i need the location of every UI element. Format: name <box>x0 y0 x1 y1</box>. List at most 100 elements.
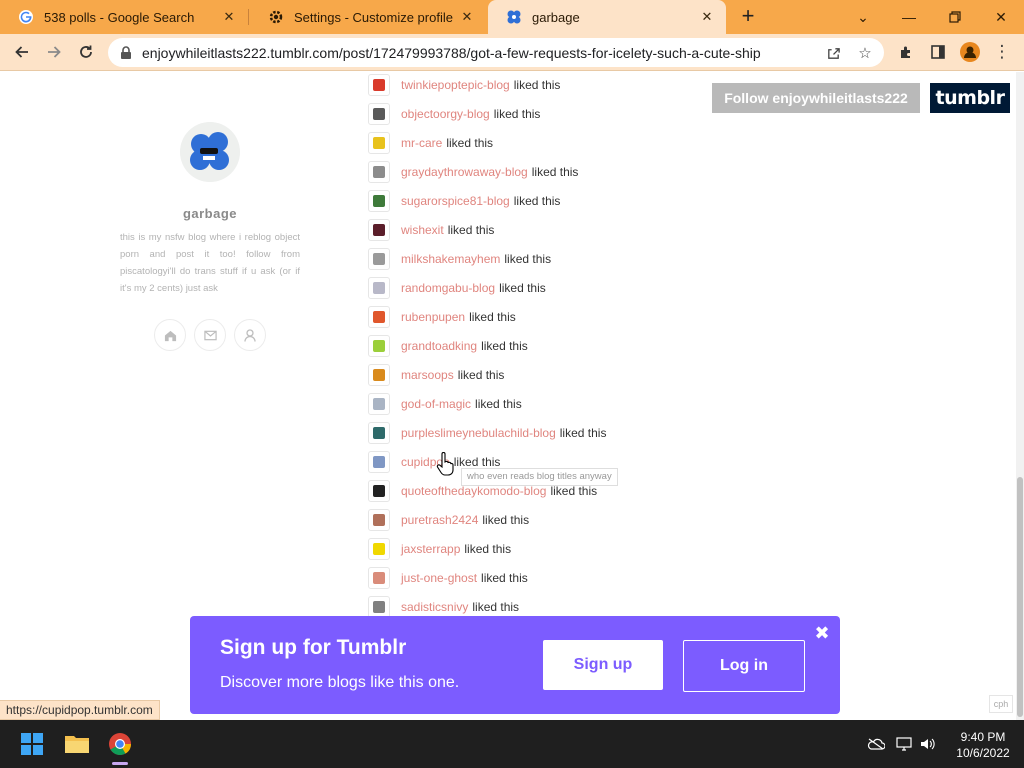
note-action: liked this <box>446 136 494 150</box>
note-avatar[interactable] <box>368 161 390 183</box>
minimize-button[interactable]: — <box>886 0 932 34</box>
network-icon[interactable] <box>894 734 914 754</box>
note-avatar[interactable] <box>368 393 390 415</box>
onedrive-offline-icon[interactable] <box>866 734 886 754</box>
note-username-link[interactable]: jaxsterrapp <box>401 542 460 556</box>
avatar-swatch <box>373 485 385 497</box>
bookmark-star-icon[interactable]: ☆ <box>854 42 876 64</box>
note-username-link[interactable]: randomgabu-blog <box>401 281 495 295</box>
follow-button[interactable]: Follow enjoywhileitlasts222 <box>712 83 920 113</box>
note-username-link[interactable]: quoteofthedaykomodo-blog <box>401 484 546 498</box>
note-username-link[interactable]: objectoorgy-blog <box>401 107 490 121</box>
restore-button[interactable] <box>932 0 978 34</box>
note-avatar[interactable] <box>368 422 390 444</box>
hover-tooltip: who even reads blog titles anyway <box>461 468 618 486</box>
note-avatar[interactable] <box>368 509 390 531</box>
note-username-link[interactable]: twinkiepoptepic-blog <box>401 78 510 92</box>
note-avatar[interactable] <box>368 538 390 560</box>
close-icon[interactable]: ✕ <box>220 8 238 26</box>
blog-avatar[interactable] <box>180 122 240 182</box>
note-username-link[interactable]: mr-care <box>401 136 442 150</box>
note-avatar[interactable] <box>368 277 390 299</box>
close-icon[interactable]: ✕ <box>458 8 476 26</box>
clock-date: 10/6/2022 <box>956 746 1010 760</box>
tab-title: 538 polls - Google Search <box>44 9 195 25</box>
note-row: god-of-magic liked this <box>368 393 522 415</box>
note-avatar[interactable] <box>368 219 390 241</box>
note-avatar[interactable] <box>368 480 390 502</box>
note-username-link[interactable]: god-of-magic <box>401 397 471 411</box>
avatar-swatch <box>373 79 385 91</box>
profile-avatar-icon[interactable] <box>956 38 984 66</box>
note-avatar[interactable] <box>368 190 390 212</box>
file-explorer-icon[interactable] <box>61 728 93 760</box>
note-row: milkshakemayhem liked this <box>368 248 551 270</box>
address-bar[interactable]: enjoywhileitlasts222.tumblr.com/post/172… <box>108 38 884 67</box>
note-avatar[interactable] <box>368 74 390 96</box>
mail-icon[interactable] <box>194 319 226 351</box>
tab-garbage[interactable]: garbage ✕ <box>488 0 726 34</box>
extensions-icon[interactable] <box>892 38 920 66</box>
new-tab-button[interactable]: + <box>736 5 760 29</box>
side-panel-icon[interactable] <box>924 38 952 66</box>
user-icon[interactable] <box>234 319 266 351</box>
volume-icon[interactable] <box>918 734 938 754</box>
signup-button[interactable]: Sign up <box>543 640 663 690</box>
home-icon[interactable] <box>154 319 186 351</box>
note-action: liked this <box>447 223 495 237</box>
note-username-link[interactable]: milkshakemayhem <box>401 252 500 266</box>
chrome-icon[interactable] <box>104 728 136 760</box>
note-avatar[interactable] <box>368 364 390 386</box>
note-avatar[interactable] <box>368 132 390 154</box>
note-username-link[interactable]: marsoops <box>401 368 454 382</box>
corner-badge[interactable]: cph <box>989 695 1013 713</box>
avatar-swatch <box>373 108 385 120</box>
note-username-link[interactable]: wishexit <box>401 223 444 237</box>
system-clock[interactable]: 9:40 PM 10/6/2022 <box>948 729 1018 761</box>
tab-strip: 538 polls - Google Search ✕ Settings - C… <box>0 0 1024 34</box>
note-username-link[interactable]: rubenpupen <box>401 310 465 324</box>
blog-title[interactable]: garbage <box>120 206 300 221</box>
url-text[interactable]: enjoywhileitlasts222.tumblr.com/post/172… <box>142 45 812 61</box>
avatar-swatch <box>373 543 385 555</box>
note-action: liked this <box>464 542 512 556</box>
note-avatar[interactable] <box>368 248 390 270</box>
tab-search-icon[interactable]: ⌄ <box>840 0 886 34</box>
note-avatar[interactable] <box>368 306 390 328</box>
note-avatar[interactable] <box>368 103 390 125</box>
note-username-link[interactable]: just-one-ghost <box>401 571 477 585</box>
note-username-link[interactable]: graydaythrowaway-blog <box>401 165 528 179</box>
taskbar: 9:40 PM 10/6/2022 <box>0 720 1024 768</box>
tab-settings[interactable]: Settings - Customize profile ✕ <box>250 0 486 34</box>
reload-button[interactable] <box>72 38 100 66</box>
active-app-indicator <box>112 762 128 765</box>
scrollbar-thumb[interactable] <box>1017 477 1023 717</box>
tumblr-logo-button[interactable]: tumblr <box>930 83 1010 113</box>
hand-cursor-icon <box>436 452 454 476</box>
forward-button[interactable] <box>40 38 68 66</box>
close-window-button[interactable]: ✕ <box>978 0 1024 34</box>
back-button[interactable] <box>8 38 36 66</box>
windows-start-icon[interactable] <box>16 728 48 760</box>
login-button[interactable]: Log in <box>683 640 805 692</box>
avatar-swatch <box>373 398 385 410</box>
tab-google-search[interactable]: 538 polls - Google Search ✕ <box>0 0 248 34</box>
lock-icon[interactable] <box>120 45 134 60</box>
note-avatar[interactable] <box>368 596 390 618</box>
note-row: sadisticsnivy liked this <box>368 596 519 618</box>
note-avatar[interactable] <box>368 451 390 473</box>
share-icon[interactable] <box>822 42 844 64</box>
close-icon[interactable]: ✕ <box>698 8 716 26</box>
note-username-link[interactable]: grandtoadking <box>401 339 477 353</box>
menu-kebab-icon[interactable]: ⋮ <box>988 38 1016 66</box>
note-avatar[interactable] <box>368 335 390 357</box>
note-action: liked this <box>493 107 541 121</box>
note-username-link[interactable]: sadisticsnivy <box>401 600 468 614</box>
close-icon[interactable]: ✖ <box>813 623 831 643</box>
avatar-swatch <box>373 195 385 207</box>
note-avatar[interactable] <box>368 567 390 589</box>
note-username-link[interactable]: puretrash2424 <box>401 513 478 527</box>
note-username-link[interactable]: purpleslimeynebulachild-blog <box>401 426 556 440</box>
note-row: grandtoadking liked this <box>368 335 528 357</box>
note-username-link[interactable]: sugarorspice81-blog <box>401 194 510 208</box>
